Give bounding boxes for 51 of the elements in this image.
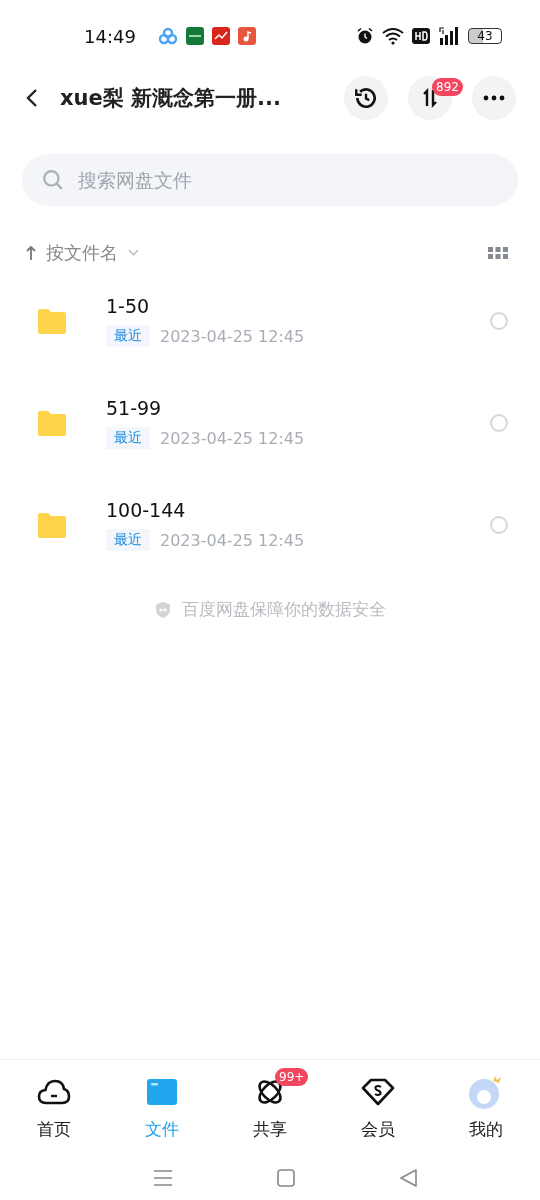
folder-icon (36, 511, 68, 539)
history-button[interactable] (344, 76, 388, 120)
modified-date: 2023-04-25 12:45 (160, 530, 305, 550)
diamond-icon (360, 1077, 396, 1107)
chevron-down-icon (128, 249, 139, 257)
nav-tab[interactable]: 我的 (432, 1060, 540, 1155)
menu-icon[interactable] (153, 1168, 173, 1187)
nav-tab[interactable]: 会员 (324, 1060, 432, 1155)
battery-indicator: 43 (468, 28, 502, 44)
modified-date: 2023-04-25 12:45 (160, 326, 305, 346)
app-icon (185, 27, 204, 45)
recent-tag: 最近 (106, 325, 150, 347)
arrow-up-icon (26, 245, 36, 261)
back-triangle-icon[interactable] (399, 1168, 417, 1187)
folder-icon (36, 409, 68, 437)
sort-dropdown[interactable]: 按文件名 (26, 241, 139, 265)
modified-date: 2023-04-25 12:45 (160, 428, 305, 448)
nav-tab[interactable]: 首页 (0, 1060, 108, 1155)
signal-icon (438, 27, 460, 45)
status-time: 14:49 (84, 25, 136, 47)
select-radio[interactable] (490, 414, 508, 432)
search-icon (42, 169, 64, 191)
select-radio[interactable] (490, 516, 508, 534)
recent-tag: 最近 (106, 427, 150, 449)
more-button[interactable] (472, 76, 516, 120)
count-badge: 99+ (275, 1068, 309, 1086)
nav-tab[interactable]: 99+ 共享 (216, 1060, 324, 1155)
folder-name[interactable]: 1-50 (106, 295, 452, 317)
more-icon (482, 95, 506, 101)
music-app-icon (237, 27, 256, 45)
history-icon (353, 85, 379, 111)
security-note: 百度网盘保障你的数据安全 (182, 598, 386, 621)
search-field[interactable]: 搜索网盘文件 (22, 154, 518, 206)
hd-icon (412, 28, 430, 44)
recent-tag: 最近 (106, 529, 150, 551)
folder-title: xue梨 新溉念第一册... (60, 85, 281, 112)
cloud-icon (37, 1078, 71, 1106)
app-logo-icon (157, 26, 178, 46)
shield-icon (154, 600, 172, 619)
select-radio[interactable] (490, 312, 508, 330)
folder-icon (146, 1078, 178, 1106)
chevron-left-icon (26, 88, 38, 108)
wifi-icon (382, 27, 404, 45)
app-icon (211, 27, 230, 45)
transfer-count-badge: 892 (432, 78, 463, 96)
grid-view-icon[interactable] (488, 247, 508, 259)
folder-name[interactable]: 100-144 (106, 499, 452, 521)
home-square-icon[interactable] (277, 1168, 295, 1187)
folder-name[interactable]: 51-99 (106, 397, 452, 419)
folder-icon (36, 307, 68, 335)
alarm-icon (356, 27, 374, 45)
